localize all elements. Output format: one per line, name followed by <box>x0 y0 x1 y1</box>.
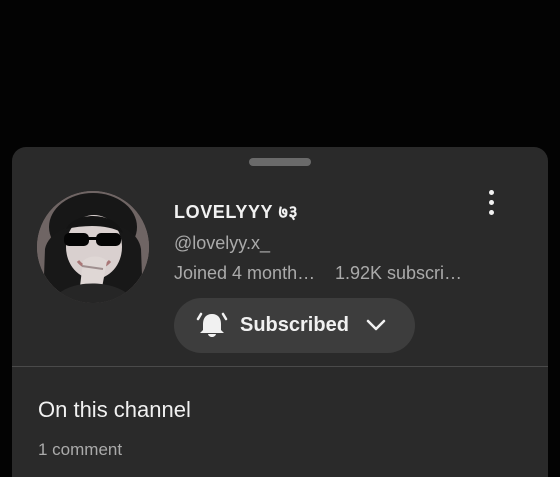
menu-dot <box>488 189 494 195</box>
avatar-image <box>37 191 149 303</box>
section-title: On this channel <box>38 397 191 422</box>
subscriber-count: 1.92K subscri… <box>335 263 463 283</box>
subscribed-button[interactable]: Subscribed <box>174 298 415 353</box>
joined-date: Joined 4 month… <box>174 263 316 283</box>
bell-icon <box>196 312 228 337</box>
menu-dot <box>488 209 494 215</box>
subscribed-label: Subscribed <box>240 314 349 336</box>
section-divider <box>12 366 548 367</box>
menu-dot <box>488 199 494 205</box>
channel-handle: @lovelyy.x_ <box>174 233 270 253</box>
channel-bottom-sheet: LOVELYYY ७३ @lovelyy.x_ Joined 4 month… … <box>12 147 548 477</box>
chevron-down-icon <box>366 319 386 331</box>
drag-handle[interactable] <box>249 158 311 166</box>
avatar[interactable] <box>37 191 149 303</box>
channel-name: LOVELYYY ७३ <box>174 202 299 222</box>
more-vertical-icon[interactable] <box>476 185 506 219</box>
comment-count[interactable]: 1 comment <box>38 440 122 460</box>
